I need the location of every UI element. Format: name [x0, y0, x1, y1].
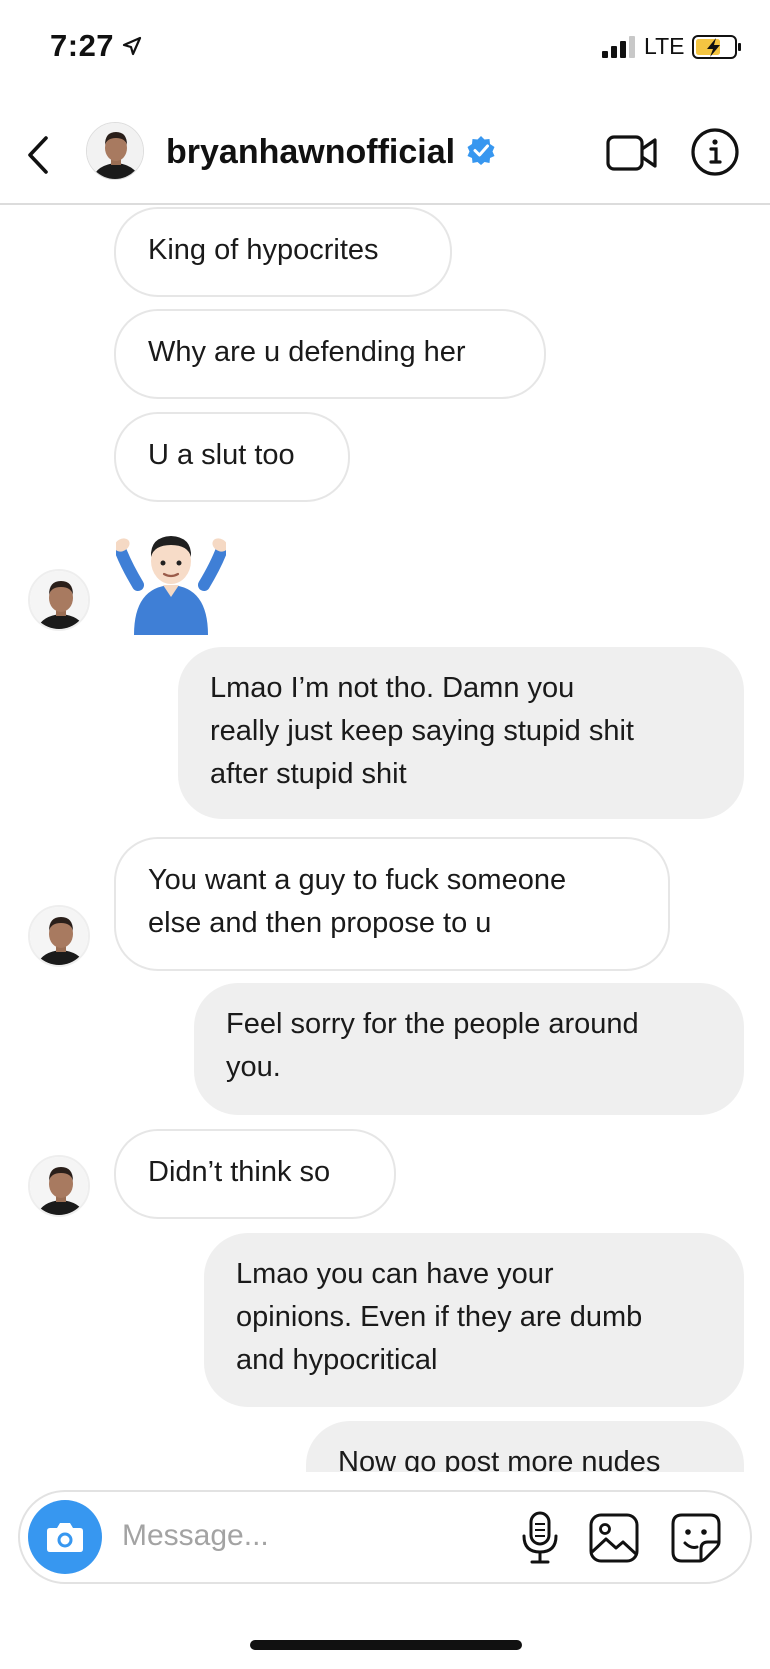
- message-line: and hypocritical: [236, 1344, 438, 1376]
- message-line: You want a guy to fuck someone: [148, 864, 567, 896]
- incoming-message[interactable]: U a slut too: [114, 412, 350, 502]
- gallery-icon[interactable]: [588, 1512, 640, 1564]
- message-text: Didn’t think so: [148, 1156, 331, 1188]
- outgoing-message[interactable]: Feel sorry for the people around you.: [194, 983, 744, 1115]
- incoming-message[interactable]: Why are u defending her: [114, 309, 546, 399]
- microphone-icon[interactable]: [518, 1510, 562, 1566]
- back-icon[interactable]: [22, 130, 58, 180]
- sticker-icon[interactable]: [670, 1512, 722, 1564]
- message-line: Now go post more nudes: [338, 1446, 661, 1472]
- home-indicator[interactable]: [250, 1640, 522, 1650]
- incoming-message[interactable]: You want a guy to fuck someone else and …: [114, 837, 670, 971]
- chat-username[interactable]: bryanhawnofficial: [166, 133, 455, 172]
- signal-strength-icon: [602, 36, 635, 58]
- outgoing-message[interactable]: Lmao you can have your opinions. Even if…: [204, 1233, 744, 1407]
- verified-badge-icon: [467, 136, 495, 165]
- incoming-message[interactable]: King of hypocrites: [114, 207, 452, 297]
- message-text: Why are u defending her: [148, 336, 466, 368]
- message-line: opinions. Even if they are dumb: [236, 1301, 643, 1333]
- sender-avatar[interactable]: [28, 1155, 90, 1217]
- chat-header: bryanhawnofficial: [0, 105, 770, 205]
- outgoing-message[interactable]: Now go post more nudes: [306, 1421, 744, 1472]
- message-input[interactable]: [122, 1510, 482, 1562]
- message-line: really just keep saying stupid shit: [210, 715, 634, 747]
- status-time: 7:27: [50, 28, 115, 63]
- camera-button[interactable]: [28, 1500, 102, 1574]
- location-arrow-icon: [122, 36, 142, 56]
- outgoing-message[interactable]: Lmao I’m not tho. Damn you really just k…: [178, 647, 744, 819]
- message-text: King of hypocrites: [148, 234, 379, 266]
- message-composer: [18, 1490, 752, 1584]
- message-line: Lmao I’m not tho. Damn you: [210, 672, 575, 704]
- info-icon[interactable]: [690, 127, 740, 177]
- network-type: LTE: [644, 33, 685, 59]
- message-line: else and then propose to u: [148, 907, 492, 939]
- status-bar: 7:27 LTE: [0, 0, 770, 100]
- message-text: U a slut too: [148, 439, 295, 471]
- battery-charging-icon: [692, 35, 741, 59]
- camera-icon: [47, 1523, 83, 1552]
- video-call-icon[interactable]: [606, 130, 658, 176]
- header-avatar[interactable]: [86, 122, 144, 180]
- sender-avatar[interactable]: [28, 569, 90, 631]
- message-thread[interactable]: King of hypocrites Why are u defending h…: [0, 207, 770, 1472]
- incoming-message[interactable]: Didn’t think so: [114, 1129, 396, 1219]
- man-shrugging-emoji[interactable]: [116, 525, 226, 635]
- sender-avatar[interactable]: [28, 905, 90, 967]
- message-line: you.: [226, 1051, 281, 1083]
- message-line: Feel sorry for the people around: [226, 1008, 639, 1040]
- message-line: after stupid shit: [210, 758, 407, 790]
- message-line: Lmao you can have your: [236, 1258, 554, 1290]
